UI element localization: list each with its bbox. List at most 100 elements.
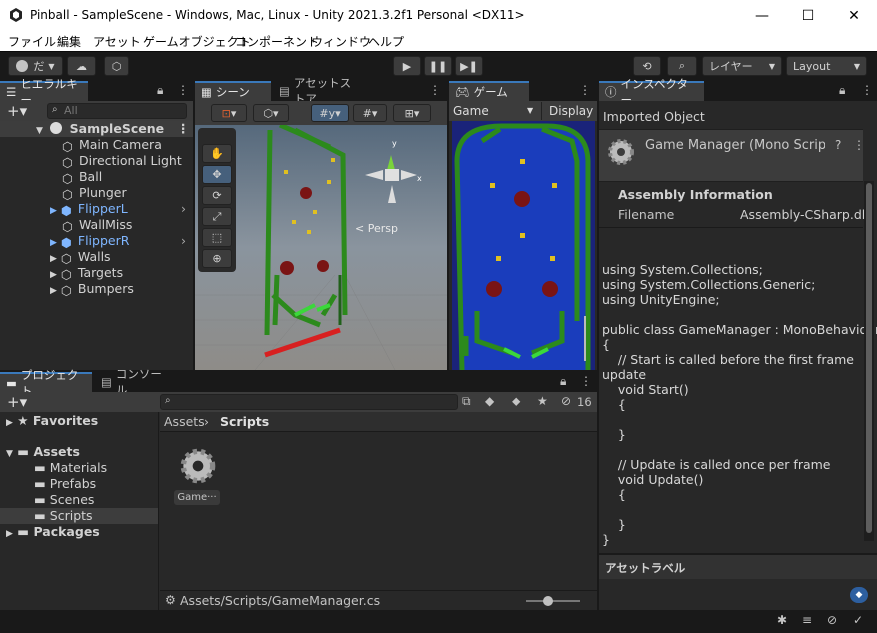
more-menu-icon[interactable]: ⋮	[177, 83, 189, 97]
menu-component[interactable]: コンポーネント	[235, 33, 319, 50]
help-icon[interactable]: ?	[835, 138, 841, 152]
add-icon[interactable]: +▾	[7, 393, 27, 411]
tree-folder-materials[interactable]: ▬ Materials	[0, 460, 158, 476]
hierarchy-item-flipperr[interactable]: ▶ ⬢ FlipperR ›	[0, 233, 193, 250]
menu-file[interactable]: ファイル	[8, 33, 56, 50]
check-circle-icon[interactable]: ✓	[853, 613, 863, 627]
tab-hierarchy[interactable]: ☰ ヒエラルキー	[0, 77, 88, 107]
breadcrumb-assets[interactable]: Assets	[164, 414, 205, 429]
zoom-slider-thumb[interactable]	[543, 596, 553, 606]
menu-help[interactable]: ヘルプ	[368, 33, 404, 50]
game-view-dropdown[interactable]: Game ▼	[453, 102, 537, 120]
bug-icon[interactable]: ✱	[777, 613, 787, 627]
menu-window[interactable]: ウィンドウ	[311, 33, 371, 50]
inspector-scrollbar[interactable]	[864, 181, 874, 541]
game-viewport[interactable]	[452, 121, 595, 370]
chevron-right-icon[interactable]: ›	[181, 201, 186, 217]
hierarchy-item-bumpers[interactable]: ▶ ⬡ Bumpers	[0, 281, 193, 298]
rotate-tool[interactable]: ⟳	[202, 186, 232, 205]
chevron-right-icon[interactable]: ›	[181, 233, 186, 249]
2d-3d-button[interactable]: ⬡ ▾	[253, 104, 289, 122]
hierarchy-item-walls[interactable]: ▶ ⬡ Walls	[0, 249, 193, 266]
hierarchy-item-wallmiss[interactable]: ⬡ WallMiss	[0, 217, 193, 234]
menu-assets[interactable]: アセット	[93, 33, 141, 50]
favorite-star-icon[interactable]: ★	[537, 394, 548, 408]
hierarchy-item-targets[interactable]: ▶ ⬡ Targets	[0, 265, 193, 282]
draw-mode-button[interactable]: ⊡ ▾	[211, 104, 247, 122]
hierarchy-item-flipperl[interactable]: ▶ ⬢ FlipperL ›	[0, 201, 193, 218]
layout-dropdown[interactable]: Layout ▼	[786, 56, 867, 76]
scale-tool[interactable]: ⤢	[202, 207, 232, 226]
pause-button[interactable]: ❚❚	[424, 56, 452, 76]
more-menu-icon[interactable]: ⋮	[579, 83, 591, 97]
filter-label-icon[interactable]: ⬥	[512, 394, 520, 409]
collab-button[interactable]: ⬡	[104, 56, 129, 76]
history-button[interactable]: ⟲	[633, 56, 661, 76]
debug-off-icon[interactable]: ⊘	[827, 613, 837, 627]
search-scope-icon[interactable]: ⧉	[462, 394, 471, 409]
tab-game[interactable]: 🎮︎ ゲーム	[449, 81, 529, 101]
tree-packages[interactable]: ▶ ▬ Packages	[0, 524, 158, 540]
grid-snap-button[interactable]: # ▾	[353, 104, 387, 122]
tree-folder-prefabs[interactable]: ▬ Prefabs	[0, 476, 158, 492]
hierarchy-search-input[interactable]: ⌕ All	[47, 103, 187, 119]
tab-asset-store[interactable]: ▤ アセットストア	[273, 76, 365, 106]
tree-folder-scripts[interactable]: ▬ Scripts	[0, 508, 158, 524]
tag-icon[interactable]: ◆	[850, 587, 868, 603]
hidden-count: 16	[577, 395, 592, 409]
lock-icon[interactable]: 🔒︎	[839, 83, 845, 98]
prefab-icon: ⬢	[60, 235, 72, 250]
hierarchy-item-main-camera[interactable]: ⬡ Main Camera	[0, 137, 193, 154]
rect-tool[interactable]: ⬚	[202, 228, 232, 247]
gizmo-toggle[interactable]: #y ▾	[311, 104, 349, 122]
persp-label[interactable]: < Persp	[355, 222, 398, 235]
transform-tool[interactable]: ⊕	[202, 249, 232, 268]
hand-tool[interactable]: ✋	[202, 144, 232, 163]
scene-vis-button[interactable]: ⊞ ▾	[393, 104, 431, 122]
hierarchy-item-directional-light[interactable]: ⬡ Directional Light	[0, 153, 193, 170]
project-search-input[interactable]: ⌕	[160, 394, 458, 410]
minimize-button[interactable]: —	[739, 0, 785, 31]
add-icon[interactable]: +▾	[7, 102, 27, 120]
display-dropdown[interactable]: Display	[541, 102, 597, 120]
breadcrumb-scripts[interactable]: Scripts	[220, 414, 269, 429]
maximize-button[interactable]: ☐	[785, 0, 831, 31]
more-menu-icon[interactable]: ⋮	[853, 138, 865, 152]
search-button[interactable]: ⌕	[667, 56, 697, 76]
close-button[interactable]: ✕	[831, 0, 877, 31]
asset-gamemanager[interactable]: Game···	[174, 446, 222, 506]
tree-folder-scenes[interactable]: ▬ Scenes	[0, 492, 158, 508]
tree-favorites[interactable]: ▶ ★ Favorites	[0, 413, 158, 429]
play-button[interactable]: ▶	[393, 56, 421, 76]
lock-icon[interactable]: 🔒︎	[157, 83, 163, 98]
unity-logo-icon	[10, 8, 22, 22]
more-menu-icon[interactable]: ⋮	[177, 121, 190, 137]
gameobject-icon: ⬡	[60, 267, 72, 282]
move-tool[interactable]: ✥	[202, 165, 232, 184]
script-title: Game Manager (Mono Script	[645, 138, 825, 153]
tab-console[interactable]: ▤ コンソール	[95, 367, 177, 397]
filter-type-icon[interactable]: ◆	[485, 394, 494, 408]
more-menu-icon[interactable]: ⋮	[861, 83, 873, 97]
more-menu-icon[interactable]: ⋮	[580, 374, 592, 388]
hierarchy-item-plunger[interactable]: ⬡ Plunger	[0, 185, 193, 202]
step-button[interactable]: ▶❚	[455, 56, 483, 76]
tab-project[interactable]: ▬ プロジェクト	[0, 368, 92, 398]
tab-inspector[interactable]: ⓘ インスペクター	[599, 77, 704, 107]
layers-stack-icon[interactable]: ≡	[802, 613, 812, 627]
hierarchy-item-ball[interactable]: ⬡ Ball	[0, 169, 193, 186]
hidden-packages-icon[interactable]: ⊘	[561, 394, 571, 408]
scene-root-row[interactable]: ▼ SampleScene ⋮	[0, 121, 193, 137]
chevron-right-icon: ›	[204, 414, 209, 429]
menu-edit[interactable]: 編集	[57, 33, 81, 50]
zoom-slider[interactable]	[526, 600, 580, 602]
title-bar: Pinball - SampleScene - Windows, Mac, Li…	[0, 0, 877, 31]
account-dropdown[interactable]: だ ▼	[8, 56, 63, 76]
cloud-button[interactable]: ☁	[67, 56, 96, 76]
tab-scene[interactable]: ▦ シーン	[195, 81, 271, 101]
layers-dropdown[interactable]: レイヤー ▼	[702, 56, 782, 76]
lock-icon[interactable]: 🔒︎	[560, 374, 566, 389]
hierarchy-tree: ▼ SampleScene ⋮ ⬡ Main Camera ⬡ Directio…	[0, 121, 193, 370]
tree-assets[interactable]: ▼ ▬ Assets	[0, 444, 158, 460]
more-menu-icon[interactable]: ⋮	[429, 83, 441, 97]
